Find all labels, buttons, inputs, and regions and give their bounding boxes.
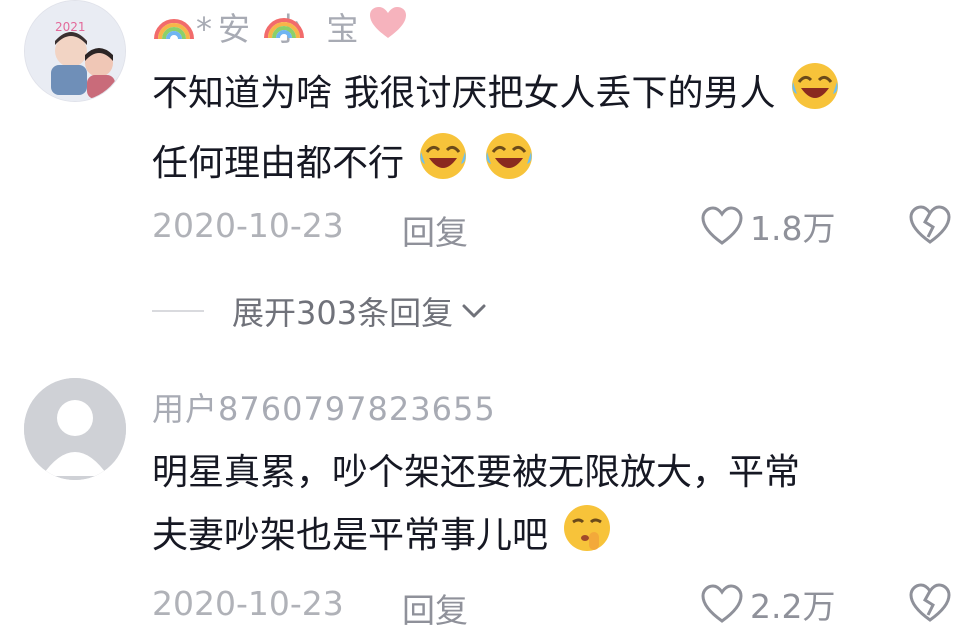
username[interactable]: *安 小 宝 (152, 4, 408, 50)
user-avatar[interactable] (24, 378, 126, 480)
expand-replies-button[interactable]: 展开303条回复 (152, 288, 489, 334)
laughing-crying-emoji-icon (417, 130, 469, 200)
heart-outline-icon (701, 584, 743, 623)
laughing-crying-emoji-icon (483, 130, 535, 200)
expand-replies-label: 展开303条回复 (232, 294, 454, 332)
broken-heart-icon (909, 205, 951, 244)
like-count: 2.2万 (750, 587, 836, 626)
comment-line: 夫妻吵架也是平常事儿吧 (152, 502, 912, 572)
shushing-face-emoji-icon (561, 502, 613, 572)
default-avatar-icon (24, 378, 126, 480)
dislike-button[interactable] (908, 204, 952, 250)
comment-line: 不知道为啥 我很讨厌把女人丢下的男人 (152, 60, 912, 130)
chevron-down-icon (462, 304, 486, 318)
comment-text: 不知道为啥 我很讨厌把女人丢下的男人 任何理由都不行 (152, 60, 912, 200)
comment-item: 2021 *安 小 宝 不知道为啥 我很讨厌把女人丢下的男人 任何理由都不行 2… (0, 0, 960, 340)
laughing-crying-emoji-icon (789, 60, 841, 130)
comment-date: 2020-10-23 (152, 206, 344, 245)
username[interactable]: 用户8760797823655 (152, 384, 496, 430)
like-count: 1.8万 (750, 209, 836, 248)
reply-button[interactable]: 回复 (402, 206, 468, 254)
user-avatar[interactable]: 2021 (24, 0, 126, 102)
reply-button[interactable]: 回复 (402, 584, 468, 632)
avatar-photo-icon: 2021 (25, 1, 125, 101)
rainbow-icon (262, 4, 306, 48)
like-button[interactable]: 2.2万 (700, 580, 835, 628)
broken-heart-icon (909, 583, 951, 622)
like-button[interactable]: 1.8万 (700, 202, 835, 250)
divider-line (152, 310, 204, 312)
comment-text: 明星真累，吵个架还要被无限放大，平常 夫妻吵架也是平常事儿吧 (152, 444, 912, 572)
comment-item: 用户8760797823655 明星真累，吵个架还要被无限放大，平常 夫妻吵架也… (0, 378, 960, 639)
rainbow-icon (152, 5, 196, 49)
heart-icon (368, 5, 408, 49)
comment-line: 任何理由都不行 (152, 130, 912, 200)
comment-line: 明星真累，吵个架还要被无限放大，平常 (152, 452, 801, 493)
dislike-button[interactable] (908, 582, 952, 628)
heart-outline-icon (701, 206, 743, 245)
comment-date: 2020-10-23 (152, 584, 344, 623)
svg-text:2021: 2021 (55, 20, 86, 34)
